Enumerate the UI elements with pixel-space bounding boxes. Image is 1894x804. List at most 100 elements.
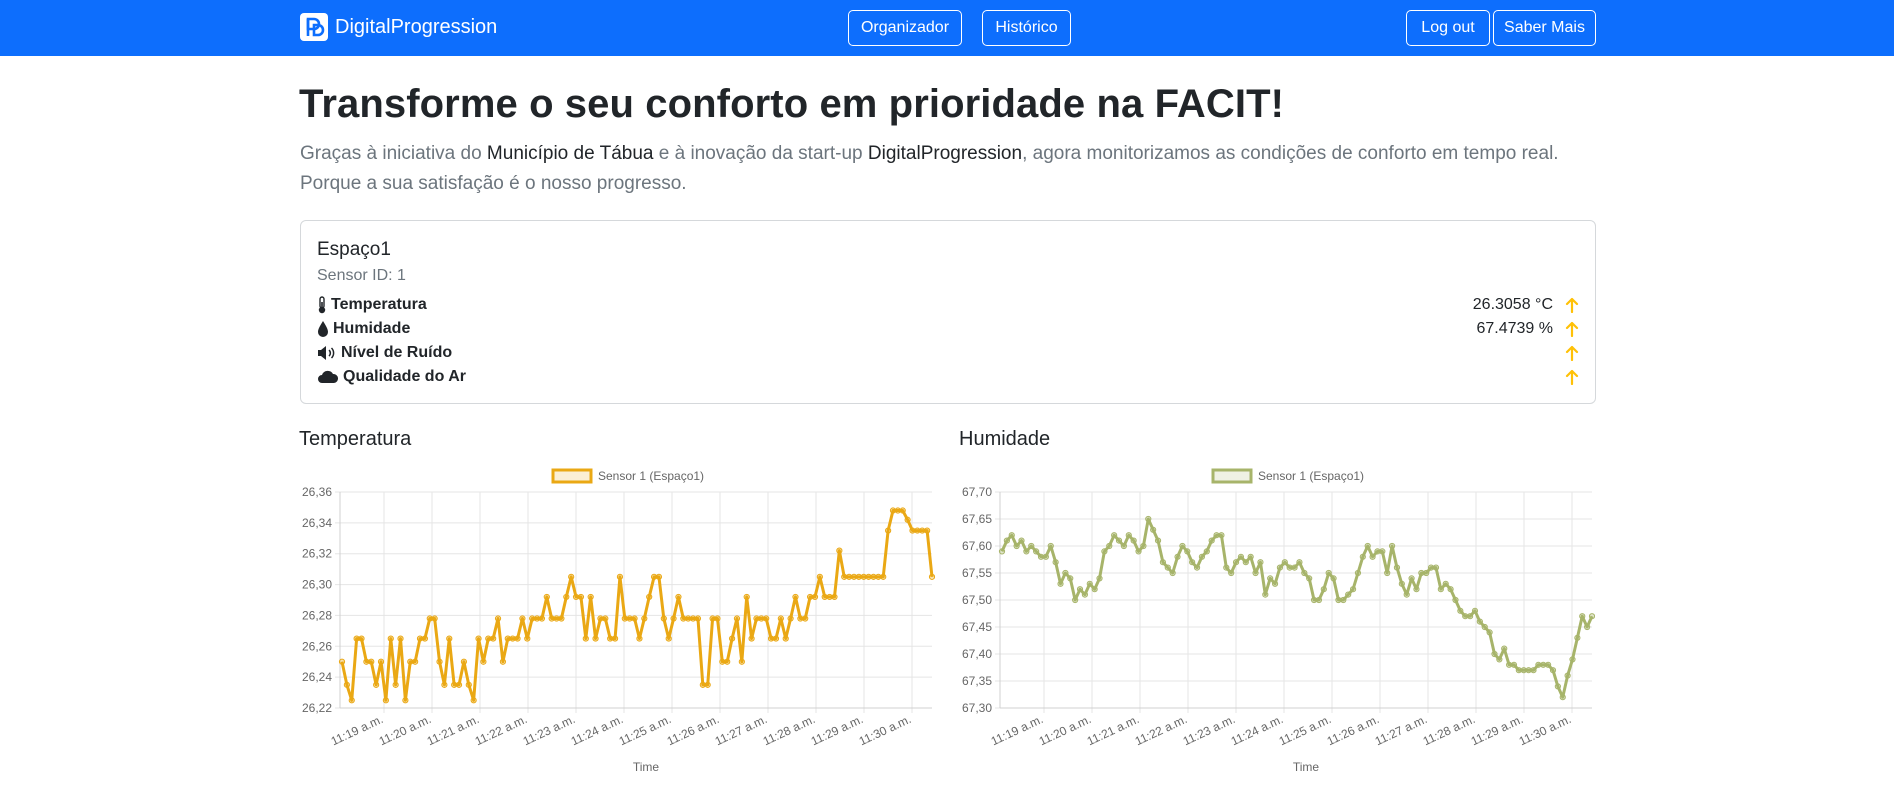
data-point	[460, 658, 468, 665]
x-tick-label: 11:19 a.m.	[329, 712, 385, 748]
data-point	[1028, 542, 1035, 550]
data-point	[1062, 569, 1069, 577]
data-point	[641, 615, 648, 622]
data-point	[1384, 569, 1391, 577]
data-point	[1130, 537, 1137, 544]
data-point	[704, 681, 711, 688]
data-point	[348, 697, 355, 704]
data-point	[738, 658, 745, 665]
brand-name: DigitalProgression	[335, 15, 498, 38]
y-tick-label: 67,50	[962, 593, 992, 607]
data-point	[392, 681, 399, 688]
x-tick-label: 11:21 a.m.	[425, 712, 481, 748]
data-point	[811, 593, 819, 601]
data-point	[1232, 559, 1240, 566]
metric-value: 67.4739 %	[1476, 320, 1553, 337]
data-point	[1325, 569, 1332, 577]
data-point	[743, 593, 750, 601]
data-point	[1086, 580, 1093, 587]
data-point	[475, 635, 482, 642]
y-tick-label: 67,55	[962, 566, 992, 580]
lead-text: Graças à iniciativa do Município de Tábu…	[300, 139, 1600, 199]
data-point	[899, 507, 906, 514]
metric-label: Nível de Ruído	[341, 344, 453, 361]
legend-swatch	[551, 468, 593, 484]
data-point	[1125, 532, 1132, 539]
data-point	[792, 593, 799, 601]
arrow-up-icon	[1565, 318, 1579, 340]
data-point	[1442, 580, 1449, 587]
x-tick-label: 11:25 a.m.	[617, 712, 673, 748]
data-point	[519, 615, 526, 622]
x-tick-label: 11:28 a.m.	[1421, 712, 1478, 748]
data-point	[787, 615, 794, 622]
brand-link[interactable]: DigitalProgression	[300, 13, 497, 41]
data-point	[1033, 548, 1040, 555]
x-tick-label: 11:26 a.m.	[1325, 712, 1382, 748]
data-point	[611, 635, 619, 642]
data-point	[397, 635, 404, 642]
data-point	[1447, 586, 1454, 593]
data-point	[1379, 548, 1386, 555]
legend-label: Sensor 1 (Espaço1)	[598, 469, 704, 483]
data-point	[1559, 694, 1566, 701]
data-point	[1140, 542, 1147, 550]
learn-more-button[interactable]: Saber Mais	[1493, 10, 1596, 46]
data-point	[1423, 569, 1430, 577]
data-point	[665, 635, 672, 642]
page-title: Transforme o seu conforto em prioridade …	[299, 82, 1285, 126]
data-point	[1208, 537, 1215, 544]
cloud-icon	[318, 370, 339, 383]
data-point	[1257, 559, 1264, 566]
x-tick-label: 11:23 a.m.	[1181, 712, 1237, 748]
data-point	[1247, 553, 1254, 560]
data-point	[1267, 575, 1274, 582]
y-tick-label: 67,30	[962, 701, 992, 715]
data-point	[1364, 542, 1371, 550]
data-point	[1159, 559, 1167, 566]
data-point	[631, 615, 638, 622]
data-point	[514, 635, 521, 642]
data-point	[1369, 553, 1376, 560]
data-point	[1574, 634, 1581, 641]
data-point	[816, 573, 823, 580]
data-point	[802, 615, 809, 622]
x-tick-label: 11:22 a.m.	[1133, 712, 1189, 748]
data-point	[499, 658, 507, 665]
data-point	[1164, 564, 1171, 571]
navbar: DigitalProgression Organizador Histórico…	[0, 0, 1894, 56]
x-tick-label: 11:24 a.m.	[1229, 712, 1286, 748]
lead-part3: , agora monitorizamos as condições de co…	[1022, 143, 1559, 164]
data-point	[904, 516, 911, 523]
logout-button[interactable]: Log out	[1406, 10, 1490, 46]
data-point	[1081, 591, 1088, 598]
data-point	[421, 635, 428, 642]
metric-air-quality: Qualidade do Ar	[317, 366, 466, 388]
data-point	[1042, 553, 1049, 560]
data-point	[733, 615, 741, 622]
data-point	[1301, 569, 1308, 577]
data-point	[1496, 656, 1503, 663]
space-card: Espaço1 Sensor ID: 1 Temperatura 26.3058…	[300, 220, 1596, 404]
humidity-chart-title: Humidade	[959, 428, 1051, 450]
data-point	[577, 593, 585, 601]
x-tick-label: 11:29 a.m.	[809, 712, 866, 748]
organizer-button[interactable]: Organizador	[848, 10, 962, 46]
data-point	[465, 681, 472, 688]
data-point	[1018, 537, 1025, 544]
data-point	[1023, 548, 1030, 555]
data-point	[1471, 607, 1479, 614]
data-point	[1359, 553, 1366, 560]
history-button[interactable]: Histórico	[982, 10, 1071, 46]
data-point	[1457, 607, 1464, 614]
data-point	[1237, 553, 1245, 560]
data-point	[655, 573, 663, 580]
data-point	[1003, 537, 1010, 544]
data-point	[377, 658, 385, 665]
lead-part1: Graças à iniciativa do	[300, 143, 487, 164]
arrow-up-icon	[1565, 294, 1579, 316]
data-point	[836, 547, 843, 554]
data-point	[714, 615, 721, 622]
x-tick-label: 11:27 a.m.	[713, 712, 769, 748]
x-tick-label: 11:20 a.m.	[377, 712, 433, 748]
